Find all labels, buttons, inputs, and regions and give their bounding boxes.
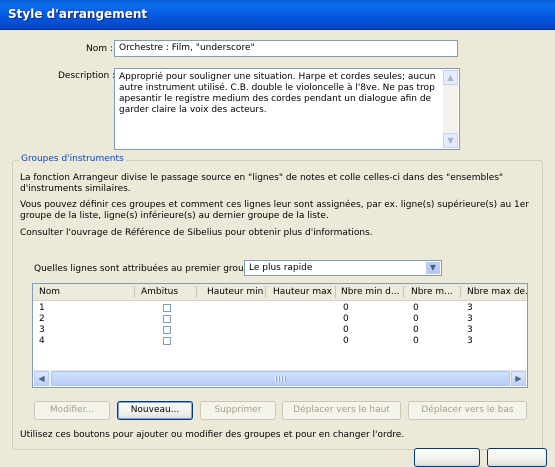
first-group-label: Quelles lignes sont attribuées au premie… bbox=[34, 264, 261, 274]
cell-nom: 2 bbox=[39, 314, 45, 324]
ambitus-checkbox[interactable] bbox=[163, 337, 171, 345]
cell-m: 0 bbox=[413, 314, 419, 324]
chevron-down-icon[interactable]: ▼ bbox=[426, 262, 440, 274]
move-down-button[interactable]: Déplacer vers le bas bbox=[408, 401, 527, 420]
cell-min: 0 bbox=[343, 314, 349, 324]
cell-nom: 4 bbox=[39, 336, 45, 346]
name-input[interactable]: Orchestre : Film, "underscore" bbox=[114, 40, 458, 57]
column-header[interactable]: Hauteur min bbox=[207, 287, 263, 297]
first-group-value: Le plus rapide bbox=[249, 263, 313, 273]
ambitus-checkbox[interactable] bbox=[163, 304, 171, 312]
ambitus-checkbox[interactable] bbox=[163, 315, 171, 323]
first-group-select[interactable]: Le plus rapide ▼ bbox=[244, 260, 442, 276]
new-button[interactable]: Nouveau... bbox=[117, 401, 193, 420]
definition-paragraph: Vous pouvez définir ces groupes et comme… bbox=[20, 200, 529, 221]
cell-min: 0 bbox=[343, 336, 349, 346]
move-up-button[interactable]: Déplacer vers le haut bbox=[282, 401, 401, 420]
column-header[interactable]: Ambitus bbox=[141, 287, 178, 297]
cell-min: 0 bbox=[343, 325, 349, 335]
scrollbar-thumb[interactable] bbox=[51, 371, 510, 386]
groups-table[interactable]: Nom Ambitus Hauteur min Hauteur max Nbre… bbox=[32, 283, 528, 388]
cell-max: 3 bbox=[467, 314, 473, 324]
name-label: Nom : bbox=[86, 44, 113, 54]
description-textarea[interactable]: Approprié pour souligner une situation. … bbox=[114, 68, 460, 150]
chevron-right-icon[interactable]: ▶ bbox=[511, 371, 526, 386]
cell-max: 3 bbox=[467, 303, 473, 313]
cell-m: 0 bbox=[413, 303, 419, 313]
chevron-down-icon[interactable]: ▼ bbox=[443, 133, 458, 148]
ok-button-partial[interactable] bbox=[414, 448, 480, 467]
delete-button[interactable]: Supprimer bbox=[200, 401, 276, 420]
intro-paragraph: La fonction Arrangeur divise le passage … bbox=[20, 173, 504, 194]
cell-m: 0 bbox=[413, 336, 419, 346]
cell-nom: 1 bbox=[39, 303, 45, 313]
title-bar[interactable]: Style d'arrangement bbox=[0, 0, 555, 30]
reference-paragraph: Consulter l'ouvrage de Référence de Sibe… bbox=[20, 228, 373, 238]
cell-max: 3 bbox=[467, 336, 473, 346]
column-header[interactable]: Nbre m... bbox=[411, 287, 453, 297]
column-header[interactable]: Hauteur max bbox=[273, 287, 332, 297]
description-label: Description : bbox=[58, 71, 116, 81]
instrument-groups-title: Groupes d'instruments bbox=[19, 154, 126, 164]
cell-m: 0 bbox=[413, 325, 419, 335]
cell-min: 0 bbox=[343, 303, 349, 313]
buttons-hint: Utilisez ces boutons pour ajouter ou mod… bbox=[20, 430, 405, 440]
table-header: Nom Ambitus Hauteur min Hauteur max Nbre… bbox=[33, 284, 527, 301]
table-horizontal-scrollbar[interactable]: ◀ ▶ bbox=[34, 370, 526, 386]
description-scrollbar[interactable]: ▲ ▼ bbox=[443, 70, 458, 148]
cancel-button-partial[interactable] bbox=[487, 448, 547, 467]
cell-nom: 3 bbox=[39, 325, 45, 335]
description-text: Approprié pour souligner une situation. … bbox=[119, 72, 436, 115]
chevron-up-icon[interactable]: ▲ bbox=[443, 70, 458, 85]
modify-button[interactable]: Modifier... bbox=[34, 401, 110, 420]
chevron-left-icon[interactable]: ◀ bbox=[34, 371, 49, 386]
ambitus-checkbox[interactable] bbox=[163, 326, 171, 334]
column-header[interactable]: Nbre max de... bbox=[467, 287, 527, 297]
column-header[interactable]: Nbre min d... bbox=[341, 287, 399, 297]
window-title: Style d'arrangement bbox=[8, 7, 148, 21]
cell-max: 3 bbox=[467, 325, 473, 335]
column-header[interactable]: Nom bbox=[39, 287, 60, 297]
